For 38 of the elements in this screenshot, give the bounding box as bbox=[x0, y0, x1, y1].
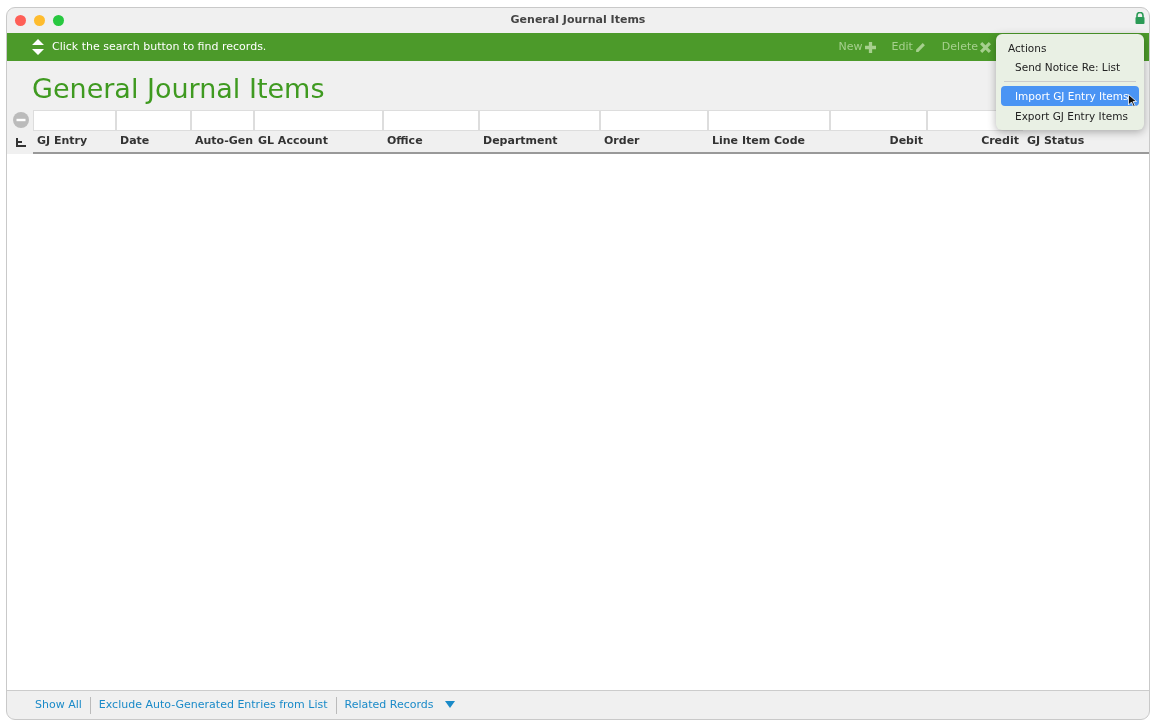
filter-field[interactable] bbox=[254, 110, 383, 131]
menu-heading: Actions bbox=[1007, 41, 1048, 56]
column-header[interactable]: Department bbox=[479, 133, 600, 150]
column-header[interactable]: Credit bbox=[927, 133, 1023, 150]
remove-icon[interactable] bbox=[13, 112, 29, 128]
minimize-icon[interactable] bbox=[34, 15, 45, 26]
filter-field[interactable] bbox=[600, 110, 708, 131]
pencil-icon bbox=[914, 41, 926, 53]
column-header[interactable]: Line Item Code bbox=[708, 133, 830, 150]
column-header[interactable]: Office bbox=[383, 133, 479, 150]
column-header[interactable]: GL Account bbox=[254, 133, 383, 150]
sort-icon[interactable] bbox=[16, 138, 27, 147]
filter-field[interactable] bbox=[830, 110, 927, 131]
filter-field[interactable] bbox=[191, 110, 254, 131]
window-title: General Journal Items bbox=[510, 12, 646, 29]
plus-icon bbox=[864, 41, 876, 53]
column-header[interactable]: Date bbox=[116, 133, 191, 150]
column-header[interactable]: GJ Status bbox=[1023, 133, 1149, 150]
menu-item[interactable]: Export GJ Entry Items bbox=[1001, 106, 1139, 126]
filter-field[interactable] bbox=[33, 110, 116, 131]
close-icon[interactable] bbox=[15, 15, 26, 26]
column-header[interactable]: Auto-Gen bbox=[191, 133, 254, 150]
caret-icon bbox=[445, 701, 456, 709]
filter-field[interactable] bbox=[479, 110, 600, 131]
column-header[interactable]: Order bbox=[600, 133, 708, 150]
maximize-icon[interactable] bbox=[53, 15, 64, 26]
x-icon bbox=[980, 41, 991, 53]
sort-arrows-icon[interactable] bbox=[32, 39, 44, 55]
column-header[interactable]: Debit bbox=[830, 133, 927, 150]
status-message: Click the search button to find records. bbox=[52, 38, 267, 55]
page-title: General Journal Items bbox=[32, 73, 325, 105]
column-header[interactable]: GJ Entry bbox=[33, 133, 116, 150]
filter-field[interactable] bbox=[383, 110, 479, 131]
cursor-icon bbox=[1128, 94, 1137, 107]
lock-icon bbox=[1135, 12, 1145, 24]
filter-field[interactable] bbox=[708, 110, 830, 131]
menu-item[interactable]: Send Notice Re: List bbox=[1001, 57, 1139, 77]
filter-field[interactable] bbox=[116, 110, 191, 131]
